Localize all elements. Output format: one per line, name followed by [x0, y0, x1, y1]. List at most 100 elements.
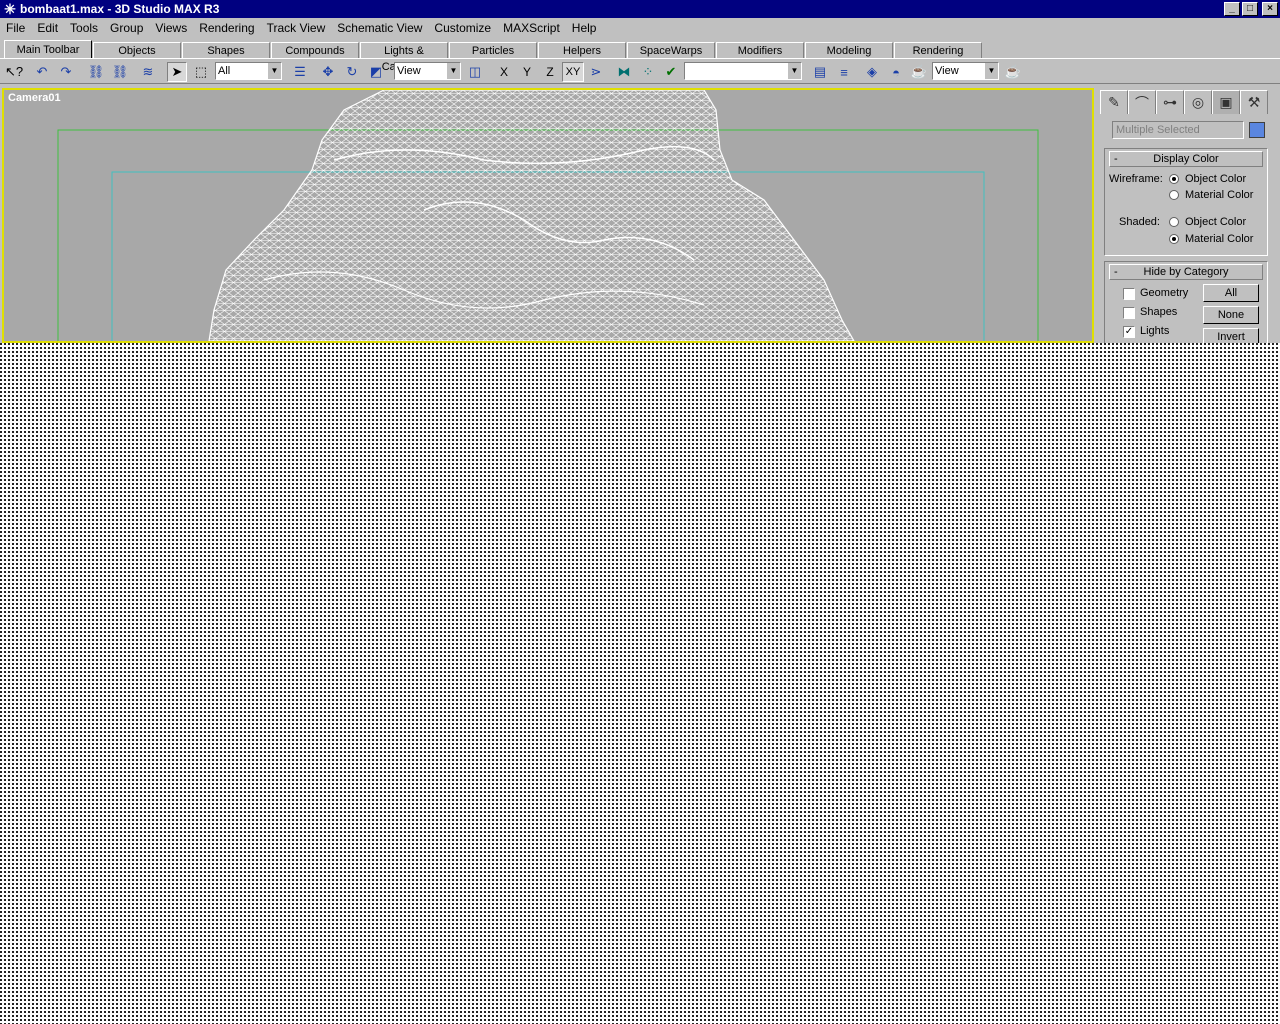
wireframe-material-color-label[interactable]: Material Color — [1185, 189, 1253, 201]
lights-label[interactable]: Lights — [1140, 325, 1169, 337]
align-icon[interactable]: ✔ — [661, 62, 681, 82]
tab-spacewarps[interactable]: SpaceWarps — [627, 42, 715, 58]
menu-help[interactable]: Help — [566, 21, 603, 35]
close-button[interactable]: × — [1262, 2, 1278, 16]
tab-shapes[interactable]: Shapes — [182, 42, 270, 58]
menu-customize[interactable]: Customize — [428, 21, 497, 35]
select-by-name-icon[interactable]: ☰ — [290, 62, 310, 82]
tab-modifiers[interactable]: Modifiers — [716, 42, 804, 58]
menu-tools[interactable]: Tools — [64, 21, 104, 35]
geometry-label[interactable]: Geometry — [1140, 287, 1188, 299]
hide-by-category-title: Hide by Category — [1143, 266, 1229, 278]
quick-render-icon[interactable]: ☕ — [909, 62, 929, 82]
command-panel-tabs: ✎ ⌒ ⊶ ◎ ▣ ⚒ — [1100, 90, 1276, 114]
menu-edit[interactable]: Edit — [31, 21, 64, 35]
restrict-xy-button[interactable]: XY — [562, 62, 584, 82]
window-title: bombaat1.max - 3D Studio MAX R3 — [20, 2, 220, 16]
none-button[interactable]: None — [1203, 306, 1259, 324]
scale-icon[interactable]: ◩ — [366, 62, 386, 82]
wireframe-scene — [57, 90, 1039, 341]
wireframe-material-color-radio[interactable] — [1169, 190, 1179, 200]
shaded-material-color-radio[interactable] — [1169, 234, 1179, 244]
display-color-title: Display Color — [1153, 153, 1219, 165]
object-color-swatch[interactable] — [1249, 122, 1265, 138]
move-icon[interactable]: ✥ — [318, 62, 338, 82]
mirror-icon[interactable]: ⧓ — [614, 62, 634, 82]
help-pointer-icon[interactable]: ↖? — [4, 62, 24, 82]
render-type-value: View — [935, 65, 959, 77]
shaded-label: Shaded: — [1119, 216, 1160, 228]
hide-by-category-header[interactable]: - Hide by Category — [1109, 264, 1263, 280]
collapse-icon: - — [1114, 153, 1118, 165]
menu-track-view[interactable]: Track View — [261, 21, 332, 35]
viewport-label[interactable]: Camera01 — [8, 92, 61, 104]
display-panel-icon[interactable]: ▣ — [1212, 90, 1240, 114]
bind-to-space-warp-icon[interactable]: ≋ — [138, 62, 158, 82]
unlink-selection-icon[interactable]: ⛓ — [110, 62, 130, 82]
tab-compounds[interactable]: Compounds — [271, 42, 359, 58]
3dsmax-star-icon[interactable]: ✳ — [2, 1, 18, 17]
all-button[interactable]: All — [1203, 284, 1259, 302]
tab-helpers[interactable]: Helpers — [538, 42, 626, 58]
restrict-y-button[interactable]: Y — [519, 62, 535, 82]
wireframe-object-color-radio[interactable] — [1169, 174, 1179, 184]
menu-file[interactable]: File — [0, 21, 31, 35]
rotate-icon[interactable]: ↻ — [342, 62, 362, 82]
create-panel-icon[interactable]: ✎ — [1100, 90, 1128, 114]
tab-objects[interactable]: Objects — [93, 42, 181, 58]
named-selection-dropdown[interactable]: ▼ — [684, 62, 802, 80]
region-select-icon[interactable]: ⬚ — [191, 62, 211, 82]
select-object-icon[interactable]: ➤ — [167, 62, 187, 82]
material-editor-icon[interactable]: ◈ — [862, 62, 882, 82]
window-controls: _ □ × — [1224, 2, 1278, 16]
motion-panel-icon[interactable]: ◎ — [1184, 90, 1212, 114]
geometry-checkbox[interactable] — [1123, 288, 1135, 300]
menu-group[interactable]: Group — [104, 21, 149, 35]
lights-checkbox[interactable]: ✓ — [1123, 326, 1135, 338]
camera-viewport[interactable]: Camera01 — [2, 88, 1094, 343]
tab-particles[interactable]: Particles — [449, 42, 537, 58]
restrict-x-button[interactable]: X — [496, 62, 512, 82]
shapes-label[interactable]: Shapes — [1140, 306, 1177, 318]
selection-filter-value: All — [218, 65, 231, 77]
invert-button[interactable]: Invert — [1203, 328, 1259, 343]
redo-icon[interactable]: ↷ — [56, 62, 76, 82]
tab-modeling[interactable]: Modeling — [805, 42, 893, 58]
render-last-icon[interactable]: ☕ — [1003, 62, 1023, 82]
shaded-object-color-label[interactable]: Object Color — [1185, 216, 1246, 228]
select-and-link-icon[interactable]: ⛓ — [86, 62, 106, 82]
tab-main-toolbar[interactable]: Main Toolbar — [4, 40, 92, 58]
chevron-down-icon: ▼ — [984, 63, 998, 79]
collapse-icon: - — [1114, 266, 1118, 278]
tab-lights-cameras[interactable]: Lights & Cameras — [360, 42, 448, 73]
command-panel: ✎ ⌒ ⊶ ◎ ▣ ⚒ Multiple Selected - Display … — [1098, 88, 1278, 343]
title-bar: ✳ bombaat1.max - 3D Studio MAX R3 _ □ × — [0, 0, 1280, 18]
tab-rendering[interactable]: Rendering — [894, 42, 982, 58]
wireframe-object-color-label[interactable]: Object Color — [1185, 173, 1246, 185]
render-scene-icon[interactable]: ◓ — [886, 62, 906, 82]
schematic-view-icon[interactable]: ≡ — [834, 62, 854, 82]
modify-panel-icon[interactable]: ⌒ — [1128, 90, 1156, 114]
menu-schematic-view[interactable]: Schematic View — [331, 21, 428, 35]
shaded-material-color-label[interactable]: Material Color — [1185, 233, 1253, 245]
menu-rendering[interactable]: Rendering — [193, 21, 260, 35]
menu-maxscript[interactable]: MAXScript — [497, 21, 566, 35]
display-color-header[interactable]: - Display Color — [1109, 151, 1263, 167]
restrict-z-button[interactable]: Z — [542, 62, 558, 82]
track-view-icon[interactable]: ▤ — [810, 62, 830, 82]
utilities-panel-icon[interactable]: ⚒ — [1240, 90, 1268, 114]
render-type-dropdown[interactable]: View ▼ — [932, 62, 999, 80]
maximize-button[interactable]: □ — [1242, 2, 1258, 16]
shaded-object-color-radio[interactable] — [1169, 217, 1179, 227]
inverse-kinematics-icon[interactable]: ⋗ — [586, 62, 606, 82]
array-icon[interactable]: ⁘ — [638, 62, 658, 82]
selection-name-field[interactable]: Multiple Selected — [1112, 121, 1244, 139]
selection-filter-dropdown[interactable]: All ▼ — [215, 62, 282, 80]
pivot-center-icon[interactable]: ◫ — [465, 62, 485, 82]
hierarchy-panel-icon[interactable]: ⊶ — [1156, 90, 1184, 114]
reference-coordinate-dropdown[interactable]: View ▼ — [394, 62, 461, 80]
minimize-button[interactable]: _ — [1224, 2, 1240, 16]
undo-icon[interactable]: ↶ — [32, 62, 52, 82]
menu-views[interactable]: Views — [149, 21, 193, 35]
shapes-checkbox[interactable] — [1123, 307, 1135, 319]
